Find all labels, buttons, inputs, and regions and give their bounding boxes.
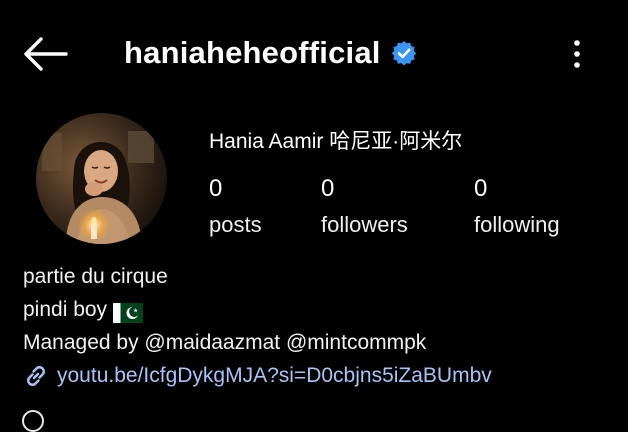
profile-header: haniaheheofficial xyxy=(0,0,628,100)
back-button[interactable] xyxy=(22,36,68,72)
username-title: haniaheheofficial xyxy=(124,33,417,73)
following-label: following xyxy=(474,212,560,237)
posts-count: 0 xyxy=(209,175,223,202)
link-icon xyxy=(23,363,49,389)
bio-line-text: pindi boy xyxy=(23,298,108,321)
verified-badge-icon xyxy=(391,40,417,66)
bio-link[interactable]: youtu.be/IcfgDykgMJA?si=D0cbjns5iZaBUmbv xyxy=(23,359,613,392)
bio-line: partie du cirque xyxy=(23,265,168,288)
followers-stat[interactable]: 0 followers xyxy=(321,174,408,240)
posts-label: posts xyxy=(209,212,262,237)
profile-bio: partie du cirque pindi boy Managed by @m… xyxy=(23,260,613,392)
pakistan-flag-icon xyxy=(113,300,144,323)
profile-avatar[interactable] xyxy=(36,113,167,244)
username: haniaheheofficial xyxy=(124,35,381,70)
following-count: 0 xyxy=(474,175,488,202)
more-options-button[interactable] xyxy=(566,38,588,72)
more-vertical-icon xyxy=(574,40,580,68)
followers-count: 0 xyxy=(321,175,335,202)
arrow-left-icon xyxy=(24,37,68,71)
bio-link-text: youtu.be/IcfgDykgMJA?si=D0cbjns5iZaBUmbv xyxy=(57,364,492,387)
following-stat[interactable]: 0 following xyxy=(474,174,560,240)
partial-circle-icon xyxy=(22,410,44,432)
bio-line-with-flag: pindi boy xyxy=(23,293,613,326)
followers-label: followers xyxy=(321,212,408,237)
bio-managed-by: Managed by @maidaazmat @mintcommpk xyxy=(23,331,427,354)
posts-stat[interactable]: 0 posts xyxy=(209,174,262,240)
display-name: Hania Aamir 哈尼亚·阿米尔 xyxy=(209,130,463,153)
